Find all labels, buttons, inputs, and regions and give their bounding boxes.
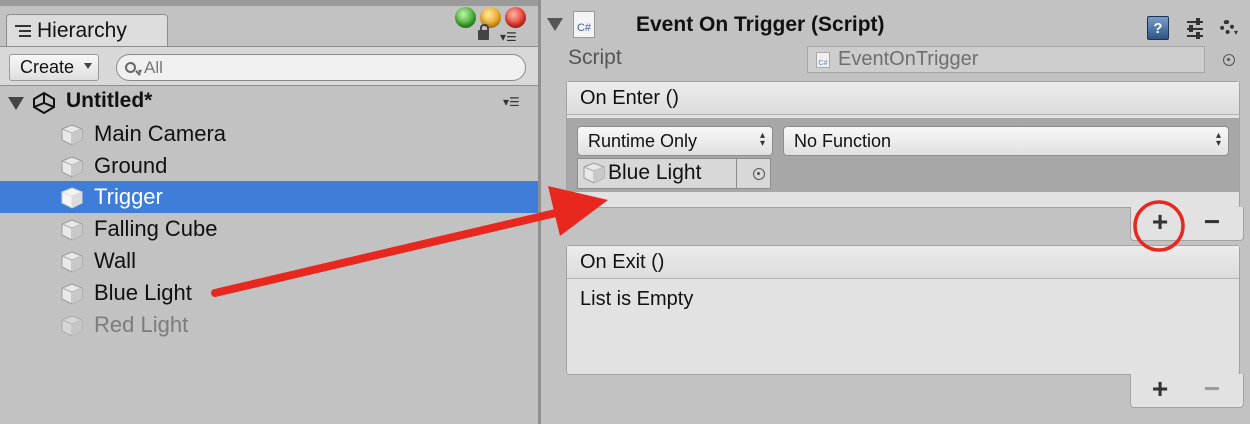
- cube-icon: [61, 219, 83, 241]
- empty-list-text: List is Empty: [580, 288, 694, 310]
- cube-icon: [61, 124, 83, 146]
- title-strip: [0, 0, 538, 6]
- object-picker-icon[interactable]: [753, 168, 765, 180]
- lock-icon[interactable]: [478, 24, 489, 40]
- on-exit-footer: + −: [1130, 374, 1244, 408]
- hierarchy-tab[interactable]: Hierarchy: [6, 14, 168, 46]
- hierarchy-panel: Hierarchy ▾☰ Create ▾ All Untitled* ▾☰ M…: [0, 0, 538, 424]
- tab-label: Hierarchy: [37, 18, 127, 42]
- updown-arrows-icon: ▴ ▾: [759, 130, 765, 149]
- script-field[interactable]: C# EventOnTrigger: [807, 46, 1205, 73]
- script-value: EventOnTrigger: [838, 48, 979, 70]
- hierarchy-item[interactable]: Wall: [0, 245, 538, 277]
- updown-arrows-icon: ▴ ▾: [1215, 130, 1221, 149]
- function-dropdown[interactable]: No Function ▴ ▾: [783, 126, 1229, 156]
- search-icon: [125, 62, 136, 73]
- on-enter-header: On Enter (): [567, 82, 1239, 115]
- gear-menu-caret-icon: ▾: [1234, 28, 1239, 37]
- target-icon[interactable]: [1223, 54, 1235, 66]
- cube-icon: [61, 156, 83, 178]
- hierarchy-item[interactable]: Main Camera: [0, 118, 538, 150]
- target-object-label: Blue Light: [608, 161, 702, 184]
- function-value: No Function: [794, 130, 892, 151]
- remove-listener-button[interactable]: −: [1189, 207, 1235, 237]
- preset-icon[interactable]: [1185, 16, 1205, 40]
- add-listener-button[interactable]: +: [1137, 207, 1183, 237]
- hierarchy-toolbar: Create ▾ All: [0, 46, 538, 86]
- hierarchy-item-label: Main Camera: [94, 121, 227, 146]
- remove-listener-button-disabled: −: [1203, 373, 1221, 404]
- script-row: Script C# EventOnTrigger: [541, 44, 1250, 73]
- runtime-dropdown[interactable]: Runtime Only ▴ ▾: [577, 126, 773, 156]
- search-input[interactable]: ▾ All: [116, 54, 526, 81]
- help-icon[interactable]: ?: [1147, 16, 1169, 40]
- target-object-field[interactable]: Blue Light: [577, 158, 771, 189]
- add-listener-button[interactable]: +: [1137, 374, 1183, 404]
- on-enter-title: On Enter (): [580, 86, 679, 109]
- csharp-script-icon: C#: [573, 11, 595, 38]
- hierarchy-item-selected[interactable]: Trigger: [0, 181, 538, 213]
- disclosure-triangle-icon[interactable]: [8, 97, 24, 110]
- script-label: Script: [568, 46, 622, 69]
- component-header[interactable]: C# Event On Trigger (Script) ? ▾: [541, 6, 1250, 42]
- on-exit-header: On Exit (): [567, 246, 1239, 279]
- zoom-window-button[interactable]: [455, 7, 476, 28]
- cube-icon: [61, 251, 83, 273]
- on-exit-event: On Exit () List is Empty: [566, 245, 1240, 375]
- hierarchy-item[interactable]: Blue Light: [0, 277, 538, 309]
- hierarchy-item-label: Trigger: [94, 184, 163, 209]
- listener-row-selected[interactable]: Runtime Only ▴ ▾ No Function ▴ ▾ Blue Ligh…: [567, 118, 1239, 192]
- create-button[interactable]: Create: [9, 54, 99, 81]
- scene-menu-icon[interactable]: ▾☰: [503, 95, 520, 109]
- search-placeholder: All: [144, 57, 163, 77]
- hierarchy-item-label: Falling Cube: [94, 216, 218, 241]
- create-label: Create: [20, 57, 75, 77]
- on-enter-event: On Enter () Runtime Only ▴ ▾ No Function …: [566, 81, 1240, 208]
- hierarchy-item[interactable]: Ground: [0, 150, 538, 182]
- cube-icon: [61, 187, 83, 209]
- hierarchy-item-label: Blue Light: [94, 280, 192, 305]
- inspector-panel: C# Event On Trigger (Script) ? ▾ Script …: [541, 0, 1250, 424]
- runtime-value: Runtime Only: [588, 130, 698, 151]
- close-window-button[interactable]: [505, 7, 526, 28]
- foldout-triangle-icon[interactable]: [547, 18, 563, 31]
- tab-menu-icon[interactable]: ▾☰: [500, 30, 517, 44]
- scene-name: Untitled*: [66, 89, 153, 112]
- on-exit-title: On Exit (): [580, 250, 665, 273]
- cube-icon: [61, 315, 83, 337]
- field-separator: [736, 159, 737, 188]
- hierarchy-item-label: Red Light: [94, 312, 189, 337]
- unity-logo-icon: [33, 91, 55, 115]
- cube-icon: [583, 162, 605, 184]
- cube-icon: [61, 283, 83, 305]
- scene-row[interactable]: Untitled* ▾☰: [0, 86, 538, 118]
- component-title: Event On Trigger (Script): [636, 13, 885, 36]
- csharp-script-icon: C#: [816, 51, 830, 68]
- on-enter-footer: + −: [1130, 207, 1244, 241]
- search-caret-icon: ▾: [138, 67, 143, 76]
- hierarchy-item[interactable]: Falling Cube: [0, 213, 538, 245]
- hierarchy-menu-icon: [15, 24, 31, 37]
- hierarchy-item-label: Wall: [94, 248, 136, 273]
- hierarchy-item-label: Ground: [94, 153, 168, 178]
- hierarchy-item-inactive[interactable]: Red Light: [0, 309, 538, 341]
- dropdown-arrow-icon: [84, 63, 92, 69]
